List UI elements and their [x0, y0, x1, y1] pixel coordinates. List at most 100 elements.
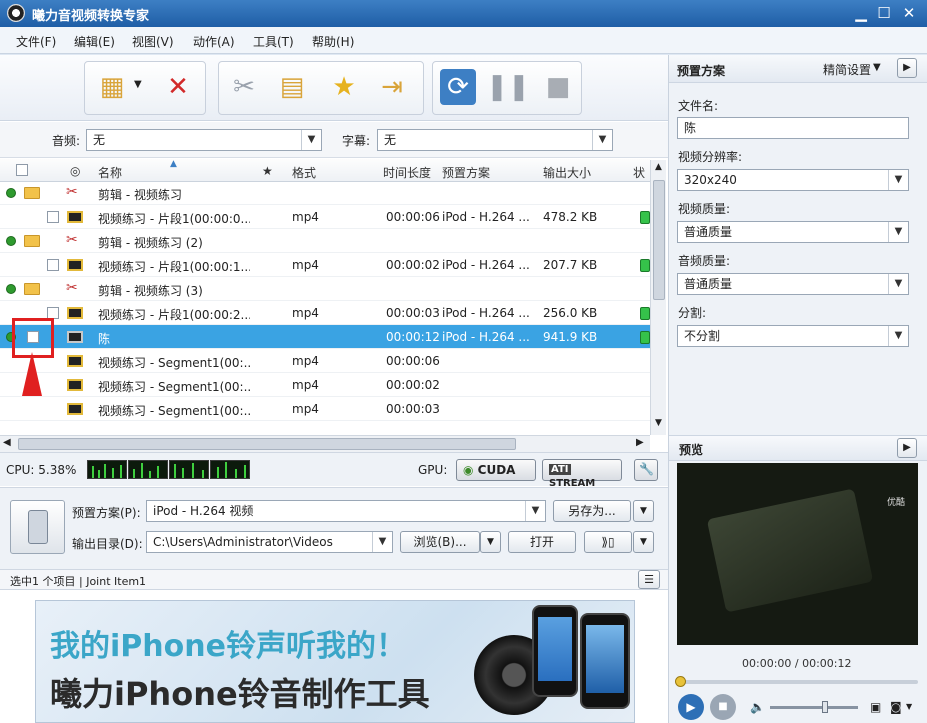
browse-button[interactable]: 浏览(B)... — [400, 531, 480, 553]
save-as-button[interactable]: 另存为... — [553, 500, 631, 522]
subtitle-select[interactable]: 无 ▼ — [377, 129, 613, 151]
chevron-down-icon[interactable]: ▼ — [873, 62, 881, 73]
snapshot-dropdown-icon[interactable]: ▼ — [906, 702, 912, 711]
column-star[interactable]: ★ — [262, 164, 273, 178]
collapse-panel-button[interactable]: ▶ — [897, 58, 917, 78]
scroll-right-icon[interactable]: ▶ — [636, 437, 644, 448]
table-row-group[interactable]: ✂ 剪辑 - 视频练习 (3) — [0, 277, 650, 301]
audio-quality-select[interactable]: 普通质量 ▼ — [677, 273, 909, 295]
pause-button[interactable]: ❚❚ — [486, 69, 530, 105]
row-checkbox[interactable] — [47, 259, 59, 271]
delete-button[interactable]: ✕ — [160, 69, 196, 105]
add-video-button[interactable]: ▦ — [94, 69, 130, 105]
volume-icon[interactable]: 🔈 — [750, 700, 765, 714]
transfer-device-button[interactable]: ⟫▯ — [584, 531, 632, 553]
resolution-select[interactable]: 320x240 ▼ — [677, 169, 909, 191]
advanced-toggle[interactable]: 精简设置 — [823, 61, 871, 78]
preview-expand-button[interactable]: ▶ — [897, 438, 917, 458]
filename-input[interactable]: 陈 — [677, 117, 909, 139]
scroll-up-icon[interactable]: ▲ — [652, 162, 665, 176]
open-folder-button[interactable]: 打开 — [508, 531, 576, 553]
merge-button[interactable]: ⇥ — [374, 69, 410, 105]
cut-button[interactable]: ✂ — [226, 69, 262, 105]
table-row-segment[interactable]: 视频练习 - Segment1(00:... mp4 00:00:03 — [0, 397, 650, 421]
menu-help[interactable]: 帮助(H) — [312, 33, 354, 50]
column-preset[interactable]: 预置方案 — [442, 164, 490, 181]
column-duration[interactable]: 时间长度 — [383, 164, 431, 181]
output-dir-select[interactable]: C:\Users\Administrator\Videos ▼ — [146, 531, 393, 553]
scroll-down-icon[interactable]: ▼ — [652, 418, 665, 432]
app-logo-icon — [7, 4, 25, 22]
row-checkbox[interactable] — [47, 211, 59, 223]
menu-edit[interactable]: 编辑(E) — [74, 33, 115, 50]
volume-slider[interactable] — [770, 701, 858, 713]
cpu-graph-1 — [87, 460, 127, 479]
convert-button[interactable]: ⟳ — [440, 69, 476, 105]
fullscreen-icon[interactable]: ▣ — [870, 700, 881, 714]
menu-tools[interactable]: 工具(T) — [253, 33, 294, 50]
preview-video[interactable]: 优酷 — [677, 463, 918, 645]
video-watermark: 优酷 — [887, 498, 906, 508]
cpu-graph-2 — [128, 460, 168, 479]
play-button[interactable]: ▶ — [678, 694, 704, 720]
split-select[interactable]: 不分割 ▼ — [677, 325, 909, 347]
column-format[interactable]: 格式 — [292, 164, 316, 181]
minimize-button[interactable]: ▁ — [850, 3, 872, 23]
table-row[interactable]: 视频练习 - 片段1(00:00:0... mp4 00:00:06 iPod … — [0, 205, 650, 229]
log-button[interactable]: ☰ — [638, 570, 660, 589]
device-button[interactable] — [10, 500, 65, 554]
menu-view[interactable]: 视图(V) — [132, 33, 174, 50]
sort-asc-icon: ▲ — [170, 159, 177, 169]
row-preset: iPod - H.264 ... — [442, 258, 530, 272]
table-row-segment[interactable]: 视频练习 - Segment1(00:... mp4 00:00:02 — [0, 373, 650, 397]
cuda-label: CUDA — [477, 463, 516, 477]
stop-preview-button[interactable]: ■ — [710, 694, 736, 720]
seek-bar[interactable] — [675, 676, 918, 687]
table-row-selected[interactable]: 陈 00:00:12 iPod - H.264 ... 941.9 KB — [0, 325, 650, 349]
table-row-segment[interactable]: 视频练习 - Segment1(00:... mp4 00:00:06 — [0, 349, 650, 373]
table-row[interactable]: 视频练习 - 片段1(00:00:1... mp4 00:00:02 iPod … — [0, 253, 650, 277]
add-dropdown-arrow-icon[interactable]: ▼ — [134, 79, 142, 90]
advert-banner[interactable]: 我的iPhone铃声听我的！ 曦力iPhone铃音制作工具 — [35, 600, 635, 723]
settings-wrench-button[interactable]: 🔧 — [634, 459, 658, 481]
scroll-thumb[interactable] — [18, 438, 516, 450]
collapse-icon[interactable] — [6, 188, 16, 198]
maximize-button[interactable]: ☐ — [873, 3, 895, 23]
annotation-arrow-icon — [22, 352, 42, 396]
column-name[interactable]: 名称 — [98, 164, 122, 181]
stop-button[interactable]: ■ — [540, 69, 576, 105]
table-row-group[interactable]: ✂ 剪辑 - 视频练习 — [0, 181, 650, 205]
row-duration: 00:00:03 — [386, 402, 440, 416]
collapse-icon[interactable] — [6, 284, 16, 294]
column-size[interactable]: 输出大小 — [543, 164, 591, 181]
video-quality-select[interactable]: 普通质量 ▼ — [677, 221, 909, 243]
table-row[interactable]: 视频练习 - 片段1(00:00:2... mp4 00:00:03 iPod … — [0, 301, 650, 325]
vertical-scrollbar[interactable]: ▲ ▼ — [650, 160, 666, 435]
menu-action[interactable]: 动作(A) — [193, 33, 235, 50]
horizontal-scrollbar[interactable]: ◀ ▶ — [0, 435, 650, 452]
transfer-dropdown-icon[interactable]: ▼ — [633, 531, 654, 553]
seek-thumb[interactable] — [675, 676, 686, 687]
play-icon: ▶ — [686, 700, 696, 714]
snapshot-camera-icon[interactable]: ◙ — [890, 700, 902, 714]
nvidia-icon: ◉ — [463, 463, 474, 477]
save-as-dropdown-icon[interactable]: ▼ — [633, 500, 654, 522]
collapse-icon[interactable] — [6, 236, 16, 246]
preset-select[interactable]: iPod - H.264 视频 ▼ — [146, 500, 546, 522]
scissors-icon: ✂ — [66, 184, 78, 200]
table-row-group[interactable]: ✂ 剪辑 - 视频练习 (2) — [0, 229, 650, 253]
clip-button[interactable]: ▤ — [274, 69, 310, 105]
close-button[interactable]: ✕ — [898, 3, 920, 23]
ati-stream-button[interactable]: ATI STREAM — [542, 459, 622, 489]
menu-file[interactable]: 文件(F) — [16, 33, 56, 50]
cuda-button[interactable]: ◉ CUDA — [456, 459, 536, 481]
scroll-left-icon[interactable]: ◀ — [3, 437, 11, 448]
browse-dropdown-icon[interactable]: ▼ — [480, 531, 501, 553]
select-all-checkbox[interactable] — [16, 164, 28, 176]
volume-thumb[interactable] — [822, 701, 828, 713]
audio-select[interactable]: 无 ▼ — [86, 129, 322, 151]
scissors-icon: ✂ — [66, 232, 78, 248]
effect-button[interactable]: ★ — [326, 69, 362, 105]
column-status[interactable]: 状 — [633, 164, 645, 181]
scroll-thumb[interactable] — [653, 180, 665, 300]
